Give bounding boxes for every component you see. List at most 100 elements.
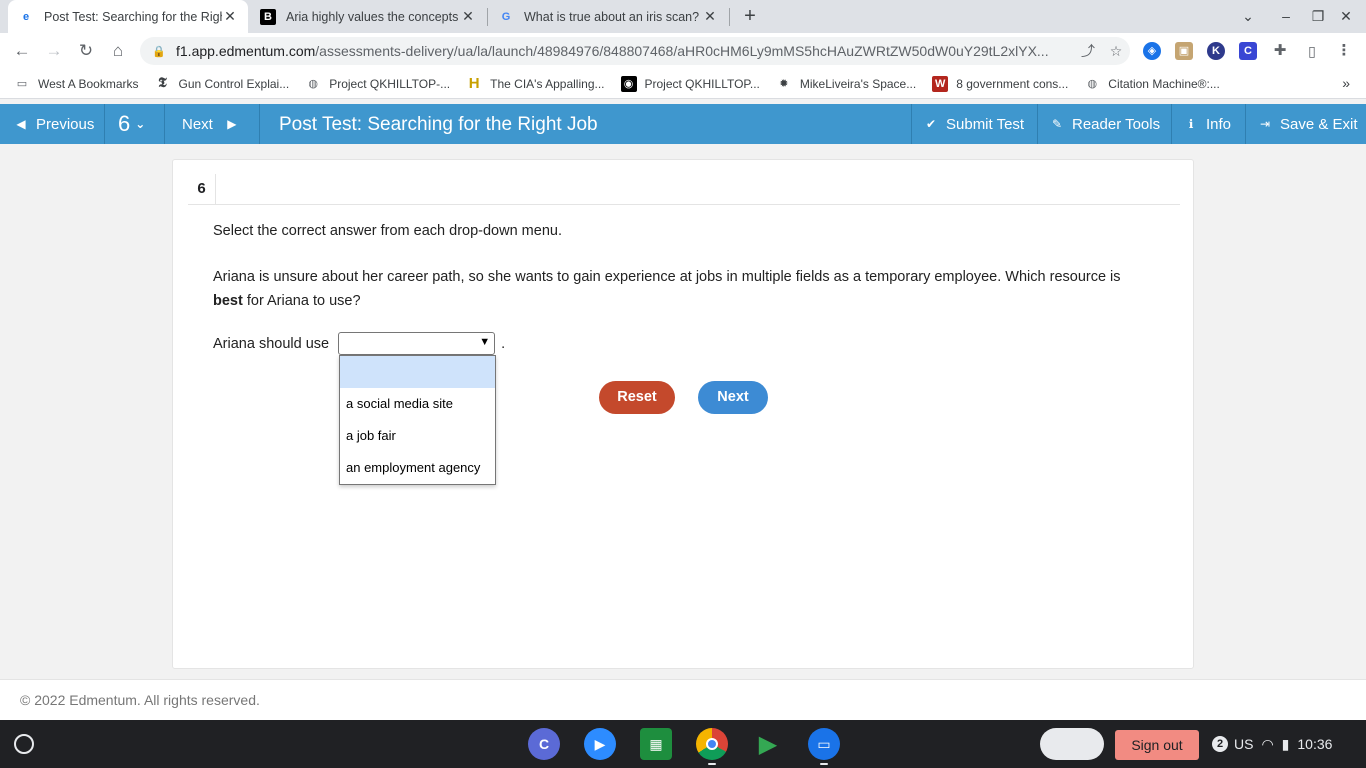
launcher-icon[interactable] [14, 734, 34, 754]
chevron-down-icon: ▼ [479, 336, 491, 348]
answer-suffix: . [501, 335, 506, 352]
edmentum-icon: e [22, 10, 30, 23]
header-divider [164, 104, 165, 144]
header-divider [1245, 104, 1246, 144]
extensions-puzzle-icon[interactable]: ✚ [1271, 42, 1289, 60]
bookmark-star-icon[interactable]: ☆ [1102, 43, 1130, 60]
bookmark-folder[interactable]: ▭ West A Bookmarks [14, 76, 139, 92]
extension-shield-icon[interactable]: ◈ [1143, 42, 1161, 60]
keyboard-layout: US [1234, 736, 1254, 752]
tab-title: What is true about an iris scan? [524, 9, 700, 24]
url-path: /assessments-delivery/ua/la/launch/48984… [315, 43, 1049, 59]
nyt-icon: 𝕿 [158, 75, 167, 91]
submit-test-button[interactable]: ✔ Submit Test [924, 104, 1024, 144]
question-instruction: Select the correct answer from each drop… [213, 223, 562, 239]
previous-label: Previous [36, 115, 95, 133]
files-app-icon[interactable]: ▭ [808, 728, 840, 760]
status-tray[interactable]: 2 US ◠ ▮ 10:36 [1212, 730, 1340, 758]
bookmark-item[interactable]: 𝕿 Gun Control Explai... [154, 76, 289, 92]
header-divider [1171, 104, 1172, 144]
chrome-app-icon[interactable] [696, 728, 728, 760]
browser-tab-google[interactable]: G What is true about an iris scan? ✕ [488, 0, 728, 33]
canvas-app-icon[interactable]: C [528, 728, 560, 760]
side-panel-icon[interactable]: ▯ [1303, 42, 1321, 60]
wrench-icon: ✎ [1051, 117, 1063, 131]
next-button[interactable]: Next [698, 381, 768, 414]
bookmark-item[interactable]: H The CIA's Appalling... [466, 75, 605, 92]
url-host: f1.app.edmentum.com [176, 43, 316, 59]
share-icon[interactable]: ⤴ [1074, 41, 1102, 61]
next-nav-button[interactable]: Next ▶ [182, 104, 239, 144]
question-selector[interactable]: 6 ⌄ [118, 104, 145, 144]
bookmark-item[interactable]: ◍ Citation Machine®:... [1084, 76, 1220, 92]
bookmark-item[interactable]: ✹ MikeLiveira's Space... [776, 76, 916, 92]
w-icon: W [932, 75, 949, 92]
browser-tabstrip: e Post Test: Searching for the Righ ✕ B … [0, 0, 1366, 33]
home-icon[interactable]: ⌂ [106, 39, 130, 63]
bookmark-label: Project QKHILLTOP... [644, 76, 760, 91]
question-text-part: for Ariana to use? [242, 293, 361, 309]
extension-screenshot-icon[interactable]: ▣ [1175, 42, 1193, 60]
reader-tools-button[interactable]: ✎ Reader Tools [1050, 104, 1160, 144]
bookmark-item[interactable]: ◍ Project QKHILLTOP-... [305, 76, 450, 92]
menu-kebab-icon[interactable]: ⋮ [1335, 42, 1353, 60]
google-icon: G [501, 10, 511, 23]
close-window-icon[interactable]: ✕ [1336, 6, 1356, 26]
bookmark-label: West A Bookmarks [38, 76, 139, 91]
space-icon: ✹ [779, 78, 789, 90]
extension-c-icon[interactable]: C [1239, 42, 1257, 60]
chevron-down-icon: ⌄ [135, 117, 146, 131]
play-store-app-icon[interactable]: ▶ [752, 728, 784, 760]
reset-button[interactable]: Reset [599, 381, 675, 414]
forward-arrow-icon[interactable]: → [42, 39, 66, 63]
back-arrow-icon[interactable]: ← [10, 39, 34, 63]
bookmark-label: Citation Machine®:... [1108, 76, 1220, 91]
save-exit-button[interactable]: ⇥ Save & Exit [1258, 104, 1358, 144]
lock-icon: 🔒 [152, 45, 166, 58]
globe-icon: ◍ [1087, 78, 1098, 90]
question-bold-word: best [213, 293, 243, 309]
sign-out-icon: ⇥ [1259, 117, 1271, 131]
restore-icon[interactable]: ❐ [1308, 6, 1328, 26]
holding-space-pod[interactable] [1040, 728, 1104, 760]
browser-tab-brainly[interactable]: B Aria highly values the concepts o ✕ [250, 0, 486, 33]
close-icon[interactable]: ✕ [460, 8, 476, 25]
bookmark-item[interactable]: ◉ Project QKHILLTOP... [620, 75, 760, 92]
running-indicator [708, 763, 716, 765]
reload-icon[interactable]: ↻ [74, 39, 98, 63]
dropdown-option-blank[interactable] [340, 356, 495, 388]
new-tab-icon[interactable]: + [738, 4, 762, 28]
tab-search-icon[interactable]: ⌄ [1238, 6, 1258, 26]
brainly-icon: B [260, 8, 276, 25]
sign-out-button[interactable]: Sign out [1115, 730, 1199, 760]
extension-k-icon[interactable]: K [1207, 42, 1225, 60]
save-exit-label: Save & Exit [1280, 115, 1358, 133]
dropdown-option-employment-agency[interactable]: an employment agency [340, 452, 495, 484]
more-bookmarks-icon[interactable]: » [1342, 75, 1350, 91]
answer-dropdown[interactable]: ▼ [338, 332, 496, 355]
classroom-app-icon[interactable]: ▦ [640, 728, 672, 760]
header-divider [911, 104, 912, 144]
tab-title: Post Test: Searching for the Righ [44, 9, 222, 24]
minimize-icon[interactable]: – [1276, 6, 1296, 26]
dropdown-option-social-media-site[interactable]: a social media site [340, 388, 495, 420]
reader-tools-label: Reader Tools [1072, 115, 1161, 133]
address-bar[interactable]: 🔒 f1.app.edmentum.com /assessments-deliv… [140, 37, 1130, 65]
answer-prefix: Ariana should use [213, 335, 330, 352]
bookmark-label: The CIA's Appalling... [490, 76, 605, 91]
folder-icon: ▭ [16, 78, 28, 90]
info-label: Info [1206, 115, 1232, 133]
next-label: Next [182, 115, 213, 133]
assessment-header: ◀ Previous 6 ⌄ Next ▶ Post Test: Searchi… [0, 104, 1366, 144]
info-icon: ℹ [1188, 117, 1194, 131]
zoom-app-icon[interactable]: ▶ [584, 728, 616, 760]
browser-tab-post-test[interactable]: e Post Test: Searching for the Righ ✕ [8, 0, 248, 33]
close-icon[interactable]: ✕ [222, 8, 238, 25]
info-button[interactable]: ℹ Info [1184, 104, 1231, 144]
project-icon: ◉ [620, 75, 637, 92]
bookmark-item[interactable]: W 8 government cons... [932, 75, 1068, 92]
notification-count: 2 [1212, 736, 1228, 752]
dropdown-option-job-fair[interactable]: a job fair [340, 420, 495, 452]
previous-button[interactable]: ◀ Previous [14, 104, 94, 144]
close-icon[interactable]: ✕ [702, 8, 718, 25]
